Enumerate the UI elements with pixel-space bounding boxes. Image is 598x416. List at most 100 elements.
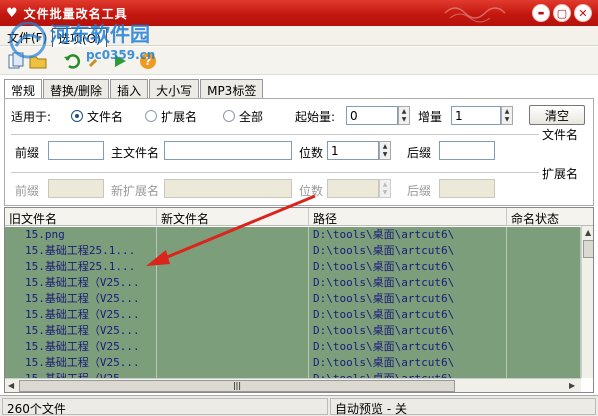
list-header: 旧文件名 新文件名 路径 命名状态 [5, 208, 593, 226]
filename-group-label: 文件名 [542, 128, 579, 142]
table-cell-path: D:\tools\桌面\artcut6\ [309, 275, 507, 291]
tab-general[interactable]: 常规 [4, 79, 43, 100]
column-new-name[interactable]: 新文件名 [157, 208, 309, 226]
table-row[interactable]: 15.基础工程（V25... D:\tools\桌面\artcut6\ [5, 339, 581, 355]
tab-mp3-tags[interactable]: MP3标签 [200, 79, 264, 99]
table-cell-path: D:\tools\桌面\artcut6\ [309, 339, 507, 355]
column-status[interactable]: 命名状态 [507, 208, 593, 226]
folder-icon[interactable] [28, 51, 48, 71]
table-cell-new [157, 259, 309, 275]
radio-all[interactable] [223, 110, 235, 122]
tab-replace-delete[interactable]: 替换/删除 [43, 79, 110, 99]
table-row[interactable]: 15.基础工程（V25... D:\tools\桌面\artcut6\ [5, 275, 581, 291]
table-cell-new [157, 323, 309, 339]
redo-icon[interactable] [86, 51, 106, 71]
title-bar[interactable]: ♥ 文件批量改名工具 ▬ ▢ ✕ [0, 0, 598, 26]
radio-extension-label[interactable]: 扩展名 [161, 108, 197, 125]
scroll-right-arrow-icon[interactable]: ▶ [569, 381, 575, 390]
table-cell-old: 15.基础工程25.1... [5, 259, 157, 275]
table-row[interactable]: 15.png D:\tools\桌面\artcut6\ [5, 227, 581, 243]
undo-icon[interactable] [62, 51, 82, 71]
radio-all-label[interactable]: 全部 [239, 108, 263, 125]
table-cell-old: 15.基础工程（V25... [5, 355, 157, 371]
table-cell-old: 15.png [5, 227, 157, 243]
horizontal-scrollbar[interactable]: ◀ ||| ▶ [5, 378, 581, 392]
table-row[interactable]: 15.基础工程25.1... D:\tools\桌面\artcut6\ [5, 243, 581, 259]
digits-spinner[interactable]: ▲ ▼ [379, 141, 391, 160]
column-old-name[interactable]: 旧文件名 [5, 208, 157, 226]
minimize-button[interactable]: ▬ [532, 4, 550, 22]
table-row[interactable]: 15.基础工程（V25... D:\tools\桌面\artcut6\ [5, 355, 581, 371]
vertical-scroll-thumb[interactable] [583, 240, 593, 258]
table-cell-status [507, 355, 581, 371]
ext-suffix-input[interactable] [439, 179, 495, 198]
new-ext-input[interactable] [164, 179, 292, 198]
main-name-input[interactable] [164, 141, 292, 160]
prefix-input[interactable] [48, 141, 104, 160]
column-path[interactable]: 路径 [309, 208, 507, 226]
minimize-icon: ▬ [537, 9, 545, 17]
toolbar: ? [0, 47, 598, 75]
table-cell-old: 15.基础工程（V25... [5, 339, 157, 355]
add-files-icon[interactable] [6, 51, 26, 71]
tab-insert[interactable]: 插入 [110, 79, 149, 99]
vertical-scrollbar[interactable]: ▲ [581, 226, 593, 378]
new-ext-label: 新扩展名 [111, 184, 160, 198]
run-icon[interactable] [110, 51, 130, 71]
step-input[interactable] [451, 106, 501, 125]
ext-prefix-input[interactable] [48, 179, 104, 198]
step-spinner[interactable]: ▲ ▼ [501, 106, 513, 125]
radio-filename-label[interactable]: 文件名 [87, 108, 123, 125]
help-icon[interactable]: ? [138, 51, 158, 71]
table-row[interactable]: 15.基础工程（V25... D:\tools\桌面\artcut6\ [5, 307, 581, 323]
file-count: 260个文件 [2, 398, 328, 416]
scroll-up-arrow-icon[interactable]: ▲ [585, 228, 591, 237]
clear-button[interactable]: 清空 [529, 105, 585, 125]
table-cell-path: D:\tools\桌面\artcut6\ [309, 323, 507, 339]
extension-group-divider [11, 172, 539, 173]
ext-digits-input[interactable] [327, 179, 379, 198]
app-heart-icon: ♥ [6, 5, 18, 21]
titlebar-decoration [444, 7, 506, 23]
table-cell-status [507, 259, 581, 275]
menu-options[interactable]: 选项(O) [52, 28, 107, 49]
start-input[interactable] [346, 106, 398, 125]
scroll-left-arrow-icon[interactable]: ◀ [8, 381, 14, 390]
table-row[interactable]: 15.基础工程（V25... D:\tools\桌面\artcut6\ [5, 323, 581, 339]
general-panel: 适用于: 文件名 扩展名 全部 起始量: ▲▼ 增量 ▲▼ 清空 文件名 前缀 … [4, 98, 594, 206]
close-icon: ✕ [578, 6, 588, 20]
filename-group-divider [11, 134, 539, 135]
radio-filename[interactable] [71, 110, 83, 122]
close-button[interactable]: ✕ [574, 4, 592, 22]
menu-bar: 文件(F) 选项(O) [0, 26, 598, 49]
table-cell-new [157, 243, 309, 259]
ext-digits-label: 位数 [299, 184, 324, 198]
svg-text:?: ? [145, 55, 151, 68]
table-cell-old: 15.基础工程（V25... [5, 275, 157, 291]
table-cell-status [507, 227, 581, 243]
table-cell-path: D:\tools\桌面\artcut6\ [309, 307, 507, 323]
radio-extension[interactable] [145, 110, 157, 122]
menu-file[interactable]: 文件(F) [2, 28, 52, 47]
maximize-button[interactable]: ▢ [553, 4, 571, 22]
file-list[interactable]: 旧文件名 新文件名 路径 命名状态 15.png D:\tools\桌面\artc… [4, 207, 594, 393]
table-cell-new [157, 227, 309, 243]
table-row[interactable]: 15.基础工程（V25... D:\tools\桌面\artcut6\ [5, 291, 581, 307]
digits-input[interactable] [327, 141, 379, 160]
horizontal-scroll-thumb[interactable]: ||| [19, 380, 455, 392]
start-spinner[interactable]: ▲ ▼ [398, 106, 410, 125]
tab-case[interactable]: 大小写 [149, 79, 200, 99]
status-bar: 260个文件 自动预览 - 关 [0, 395, 598, 416]
table-cell-status [507, 243, 581, 259]
table-cell-path: D:\tools\桌面\artcut6\ [309, 355, 507, 371]
maximize-icon: ▢ [556, 6, 568, 20]
table-cell-old: 15.基础工程25.1... [5, 243, 157, 259]
table-cell-old: 15.基础工程（V25... [5, 323, 157, 339]
suffix-input[interactable] [439, 141, 495, 160]
ext-suffix-label: 后缀 [407, 184, 432, 198]
table-cell-new [157, 355, 309, 371]
table-row[interactable]: 15.基础工程25.1... D:\tools\桌面\artcut6\ [5, 259, 581, 275]
table-cell-path: D:\tools\桌面\artcut6\ [309, 243, 507, 259]
extension-group-label: 扩展名 [542, 167, 579, 181]
ext-digits-spinner[interactable]: ▲ ▼ [379, 179, 391, 198]
